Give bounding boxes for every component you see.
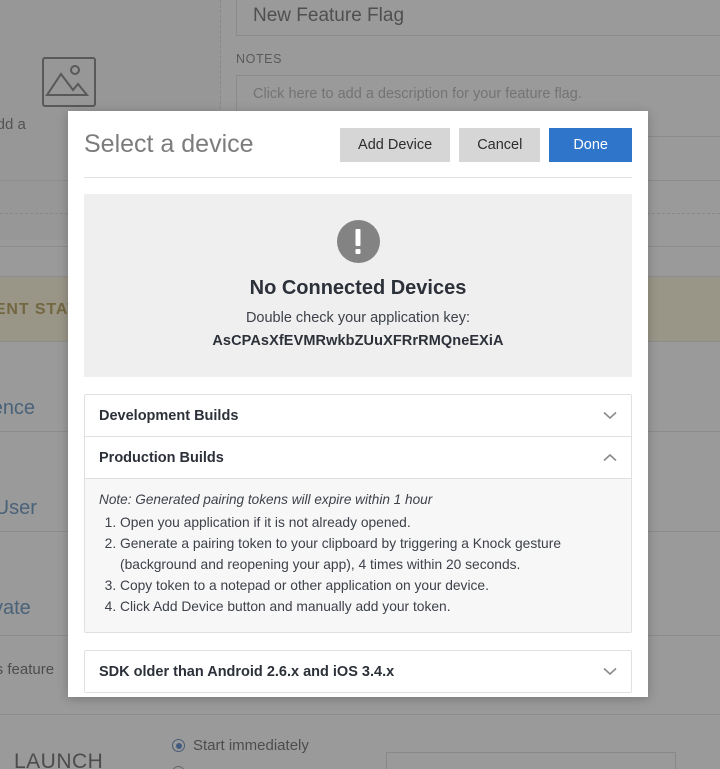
feature-flag-name-value: New Feature Flag — [253, 5, 405, 26]
accordion-header-production-builds[interactable]: Production Builds — [85, 437, 631, 478]
image-placeholder-icon — [42, 57, 96, 107]
dialog-title: Select a device — [84, 130, 254, 158]
builds-accordion-group: Development Builds Production Builds Not… — [84, 394, 632, 634]
done-button[interactable]: Done — [549, 127, 632, 162]
start-immediately-label: Start immediately — [193, 737, 309, 754]
list-item: Click Add Device button and manually add… — [120, 597, 617, 617]
legacy-sdk-accordion-group: SDK older than Android 2.6.x and iOS 3.4… — [84, 650, 632, 694]
accordion-header-development-builds[interactable]: Development Builds — [85, 395, 631, 436]
no-devices-subtitle: Double check your application key: — [245, 310, 471, 326]
list-item: Open you application if it is not alread… — [120, 513, 617, 533]
add-device-button[interactable]: Add Device — [340, 127, 451, 162]
no-devices-panel: No Connected Devices Double check your a… — [84, 194, 632, 377]
chevron-down-icon[interactable] — [603, 667, 617, 676]
accordion-header-legacy-sdk[interactable]: SDK older than Android 2.6.x and iOS 3.4… — [85, 651, 631, 693]
pairing-token-note: Note: Generated pairing tokens will expi… — [99, 492, 433, 507]
feature-text: his feature — [0, 661, 55, 678]
start-immediately-option[interactable]: Start immediately — [172, 737, 309, 754]
pilot-users-link[interactable]: lot User — [0, 497, 37, 520]
exclamation-circle-icon — [336, 220, 380, 263]
feature-flag-name-input[interactable]: New Feature Flag — [236, 0, 720, 36]
audience-link[interactable]: udience — [0, 397, 35, 420]
activate-link[interactable]: ctivate — [0, 597, 31, 620]
notes-label: NOTES — [236, 52, 283, 66]
header-divider — [84, 177, 632, 178]
dialog-header: Select a device Add Device Cancel Done — [68, 111, 648, 178]
cancel-button[interactable]: Cancel — [459, 127, 541, 162]
dialog-body: No Connected Devices Double check your a… — [68, 178, 648, 697]
pairing-steps-list: Open you application if it is not alread… — [99, 513, 617, 617]
list-item: Copy token to a notepad or other applica… — [120, 576, 617, 596]
list-item: Generate a pairing token to your clipboa… — [120, 534, 617, 575]
select-device-dialog: Select a device Add Device Cancel Done N… — [68, 111, 648, 697]
notes-placeholder: Click here to add a description for your… — [253, 86, 582, 102]
background-divider — [0, 714, 720, 715]
accordion-label: SDK older than Android 2.6.x and iOS 3.4… — [99, 663, 395, 680]
accordion-label: Production Builds — [99, 449, 224, 466]
no-devices-title: No Connected Devices — [249, 277, 467, 299]
accordion-label: Development Builds — [99, 407, 239, 424]
chevron-down-icon[interactable] — [603, 411, 617, 420]
radio-selected-icon[interactable] — [172, 739, 185, 752]
launch-label: LAUNCH — [14, 750, 104, 769]
chevron-up-icon[interactable] — [603, 453, 617, 462]
application-key-value: AsCPAsXfEVMRwkbZUuXFRrRMQneEXiA — [212, 333, 504, 349]
dialog-actions: Add Device Cancel Done — [340, 127, 632, 162]
launch-date-input[interactable] — [386, 752, 676, 769]
accordion-panel-production-builds: Note: Generated pairing tokens will expi… — [85, 478, 631, 633]
